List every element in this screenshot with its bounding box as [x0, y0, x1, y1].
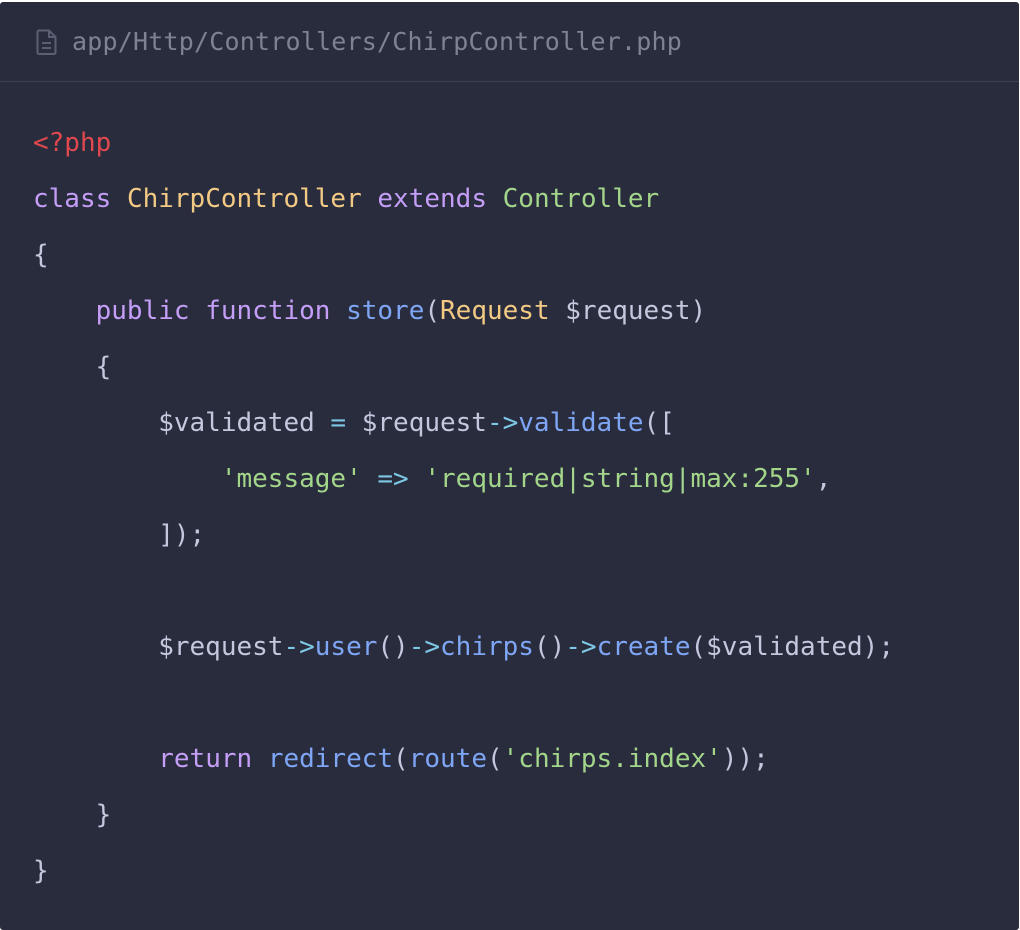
code-token: = [330, 408, 347, 438]
code-token: , [815, 464, 832, 494]
code-token: ($validated); [690, 632, 894, 662]
code-line: $request->user()->chirps()->create($vali… [33, 619, 1019, 675]
code-token: -> [283, 632, 315, 662]
code-line: } [33, 787, 1019, 843]
code-token: create [596, 632, 691, 662]
code-token: return [158, 744, 253, 774]
code-token: () [377, 632, 409, 662]
code-token: ( [424, 296, 441, 326]
code-token: user [314, 632, 378, 662]
code-line: return redirect(route('chirps.index')); [33, 731, 1019, 787]
code-token: ]); [33, 520, 206, 550]
code-token: redirect [267, 744, 394, 774]
code-token: Request [440, 296, 550, 326]
code-token: } [33, 800, 112, 830]
code-token: store [346, 296, 425, 326]
code-token: validate [518, 408, 644, 438]
code-token: 'required|string|max:255' [424, 464, 816, 494]
code-token: -> [486, 408, 519, 438]
code-token: function [205, 296, 331, 326]
code-token: $request [33, 632, 284, 662]
code-token: } [33, 856, 49, 886]
code-line: public function store(Request $request) [33, 283, 1019, 339]
document-icon [36, 28, 60, 56]
code-token: route [408, 744, 487, 774]
code-token: $request) [549, 296, 707, 326]
code-token: 'chirps.index' [502, 744, 722, 774]
code-line: $validated = $request->validate([ [33, 395, 1019, 451]
code-line: { [33, 339, 1019, 395]
code-token: $validated [33, 408, 331, 438]
code-token: Controller [502, 184, 660, 214]
code-token: ChirpController [126, 184, 362, 214]
code-token: -> [565, 632, 597, 662]
code-token: ([ [643, 408, 675, 438]
code-line: <?php [33, 115, 1019, 171]
code-token: 'message' [220, 464, 362, 494]
code-token: extends [377, 184, 487, 214]
code-token: chirps [440, 632, 534, 662]
code-token: { [33, 240, 49, 270]
code-token: ( [486, 744, 503, 774]
code-line: ]); [33, 507, 1019, 563]
file-header: app/Http/Controllers/ChirpController.php [0, 2, 1019, 82]
code-snippet-window: app/Http/Controllers/ChirpController.php… [0, 2, 1019, 930]
code-line: { [33, 227, 1019, 283]
code-token: $request [346, 408, 487, 438]
code-block: <?php class ChirpController extends Contr… [0, 82, 1019, 899]
code-token: <?php [33, 128, 112, 158]
code-line: 'message' => 'required|string|max:255', [33, 451, 1019, 507]
code-line: } [33, 843, 1019, 899]
code-token: { [33, 352, 112, 382]
file-path: app/Http/Controllers/ChirpController.php [72, 27, 683, 56]
code-token: )); [721, 744, 769, 774]
code-line: class ChirpController extends Controller [33, 171, 1019, 227]
code-token: => [377, 464, 409, 494]
code-token: () [533, 632, 566, 662]
code-token: ( [393, 744, 409, 774]
code-token: class [33, 184, 112, 214]
code-token: -> [408, 632, 441, 662]
code-token: public [95, 296, 190, 326]
